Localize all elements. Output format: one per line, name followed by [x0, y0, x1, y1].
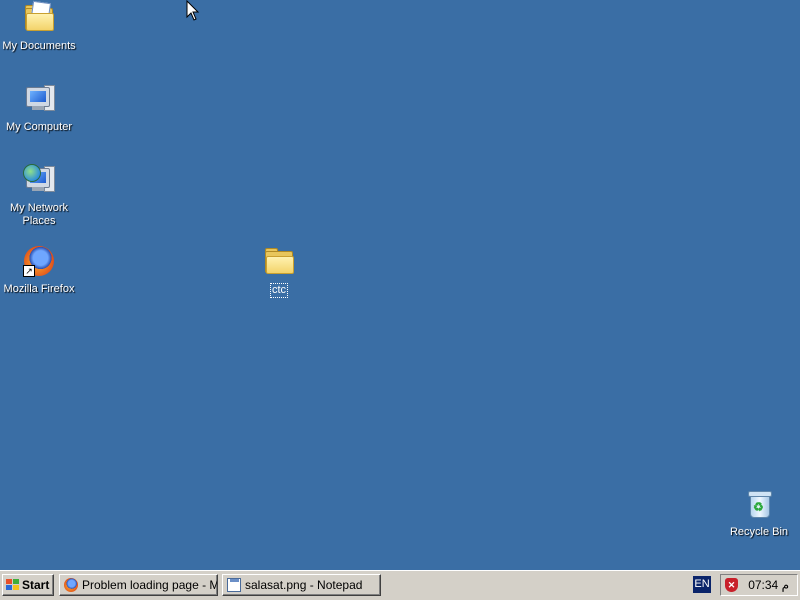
shield-icon[interactable]: ✕	[725, 578, 738, 592]
icon-label: ctc	[269, 283, 289, 298]
clock[interactable]: 07:34 م	[748, 575, 789, 595]
taskbar-button-notepad[interactable]: salasat.png - Notepad	[222, 574, 381, 596]
desktop-icon-my-computer[interactable]: My Computer	[0, 83, 78, 135]
language-indicator[interactable]: EN	[693, 576, 711, 593]
firefox-icon: ↗	[23, 245, 55, 277]
desktop-icon-recycle-bin[interactable]: ♻ Recycle Bin	[720, 488, 798, 540]
task-label: salasat.png - Notepad	[245, 578, 363, 592]
taskbar: Start Problem loading page - M... salasa…	[0, 570, 800, 600]
my-documents-icon	[23, 0, 55, 34]
recycle-bin-icon: ♻	[743, 488, 775, 520]
notepad-icon	[227, 578, 241, 592]
start-button[interactable]: Start	[2, 574, 54, 596]
task-label: Problem loading page - M...	[82, 578, 218, 592]
icon-label: My Computer	[5, 121, 73, 133]
desktop-icon-my-network-places[interactable]: My Network Places	[0, 164, 78, 229]
desktop[interactable]: My Documents My Computer My Network Plac…	[0, 0, 800, 570]
firefox-icon	[64, 578, 78, 592]
taskbar-button-firefox[interactable]: Problem loading page - M...	[59, 574, 218, 596]
icon-label: My Network Places	[9, 202, 69, 227]
network-places-icon	[23, 164, 55, 196]
icon-label: Recycle Bin	[729, 526, 789, 538]
icon-label: Mozilla Firefox	[3, 283, 75, 295]
icon-label: My Documents	[2, 40, 76, 52]
desktop-icon-mozilla-firefox[interactable]: ↗ Mozilla Firefox	[0, 245, 78, 297]
windows-logo-icon	[6, 579, 20, 591]
system-tray: ✕ 07:34 م	[720, 574, 798, 596]
shortcut-arrow-icon: ↗	[23, 265, 35, 277]
desktop-icon-ctc-folder[interactable]: ctc	[240, 245, 318, 298]
start-label: Start	[22, 578, 50, 592]
desktop-icon-my-documents[interactable]: My Documents	[0, 0, 78, 54]
mouse-cursor-icon	[186, 0, 200, 22]
my-computer-icon	[23, 83, 55, 115]
folder-icon	[263, 245, 295, 277]
